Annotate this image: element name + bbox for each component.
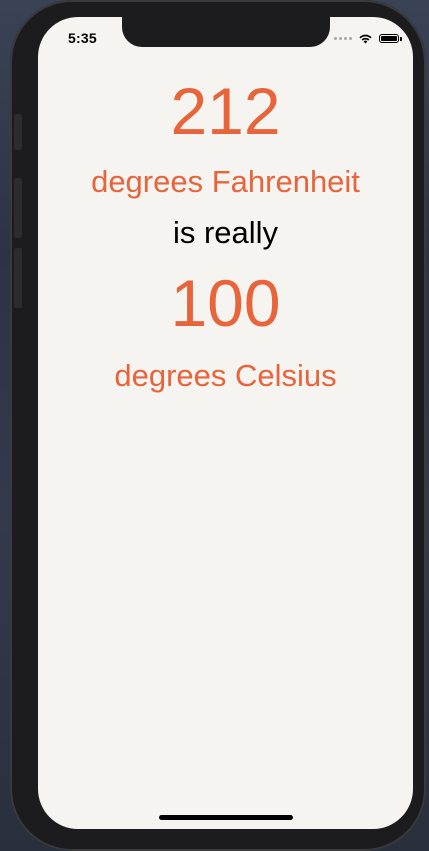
celsius-unit-label: degrees Celsius	[114, 358, 337, 393]
celsius-value: 100	[170, 266, 281, 340]
app-screen: 5:35 212 degrees Fahrenheit is really 10…	[38, 17, 413, 829]
status-time: 5:35	[68, 30, 97, 46]
cellular-signal-icon	[334, 36, 352, 40]
fahrenheit-value: 212	[170, 74, 281, 148]
notch	[122, 17, 330, 47]
fahrenheit-unit-label: degrees Fahrenheit	[91, 164, 360, 199]
battery-icon	[379, 33, 402, 43]
wifi-icon	[359, 34, 372, 43]
status-icons	[334, 32, 402, 44]
phone-frame: 5:35 212 degrees Fahrenheit is really 10…	[10, 0, 426, 851]
volume-down-button[interactable]	[14, 248, 22, 308]
mute-switch[interactable]	[14, 114, 22, 150]
connector-text: is really	[172, 215, 279, 250]
home-indicator[interactable]	[159, 815, 293, 820]
volume-up-button[interactable]	[14, 178, 22, 238]
